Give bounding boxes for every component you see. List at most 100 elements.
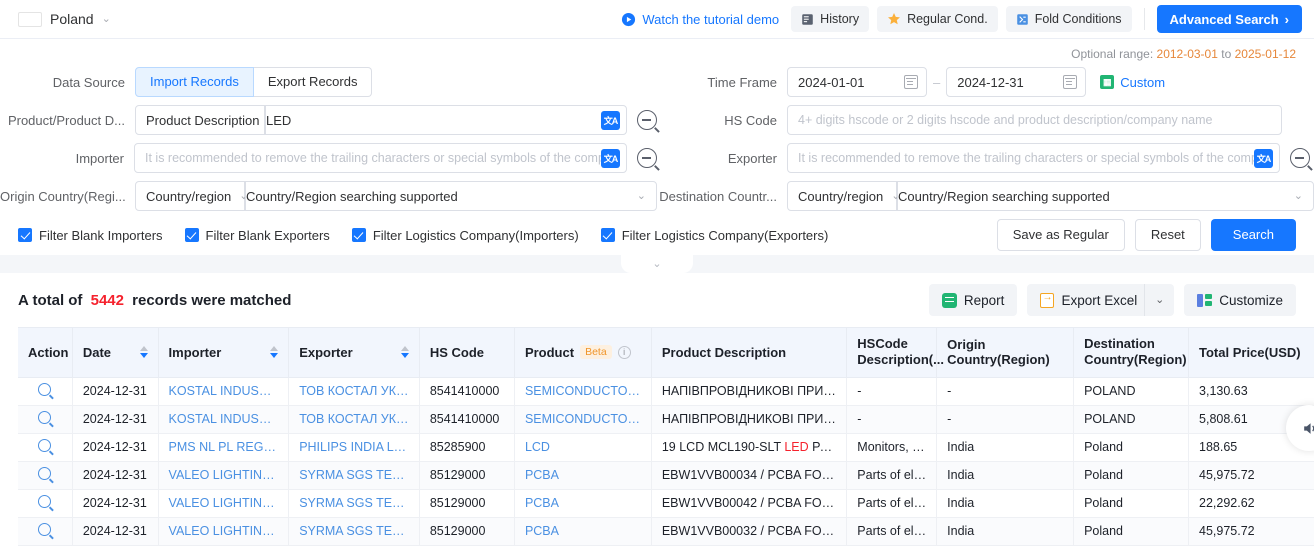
cell-origin-country: India [937,489,1074,517]
optional-range-from: 2012-03-01 [1157,47,1218,61]
col-label: Destination Country(Region) [1084,336,1187,369]
table-header-row: Action Date Importer Exporter HS Code Pr… [18,328,1314,378]
row-detail-search-icon[interactable] [38,439,51,452]
checkbox-filter-logistics-exporters[interactable]: Filter Logistics Company(Exporters) [601,228,829,243]
row-detail-search-icon[interactable] [38,495,51,508]
checkbox-filter-blank-importers[interactable]: Filter Blank Importers [18,228,163,243]
hs-code-input[interactable]: 4+ digits hscode or 2 digits hscode and … [787,105,1282,135]
destination-country-type-select[interactable]: Country/region ⌄ [787,181,897,211]
origin-country-input[interactable]: Country/Region searching supported ⌄ [245,181,657,211]
export-dropdown-caret[interactable]: ⌄ [1144,284,1174,316]
cell-importer[interactable]: VALEO LIGHTING SYS... [158,517,289,545]
custom-range-link[interactable]: ▦ Custom [1100,75,1165,90]
product-value-input[interactable]: LED 文A [265,105,627,135]
cell-exporter[interactable]: SYRMA SGS TECHN... [289,461,420,489]
date-separator: – [927,75,946,90]
checkbox-icon [352,228,366,242]
reset-button[interactable]: Reset [1135,219,1201,251]
fold-conditions-button[interactable]: Fold Conditions [1006,6,1132,32]
translate-icon[interactable]: 文A [601,149,620,168]
table-row[interactable]: 2024-12-31VALEO LIGHTING SYS...SYRMA SGS… [18,461,1314,489]
cell-action[interactable] [18,377,72,405]
customize-button[interactable]: Customize [1184,284,1296,316]
tab-import-records[interactable]: Import Records [135,67,254,97]
panel-collapse-area: ⌄ [0,255,1314,273]
product-type-value: Product Description [146,113,259,128]
cell-importer[interactable]: KOSTAL INDUSTRIE E... [158,405,289,433]
cell-action[interactable] [18,405,72,433]
cell-action[interactable] [18,517,72,545]
checkbox-filter-blank-exporters[interactable]: Filter Blank Exporters [185,228,330,243]
row-detail-search-icon[interactable] [38,523,51,536]
cell-exporter[interactable]: ТОВ КОСТАЛ УКРАЇ... [289,377,420,405]
sort-icon[interactable] [140,346,148,358]
form-row-product: Product/Product D... Product Description… [0,101,1314,139]
regular-cond-button[interactable]: Regular Cond. [877,6,998,32]
col-importer[interactable]: Importer [158,328,289,378]
cell-exporter[interactable]: SYRMA SGS TECHN... [289,489,420,517]
col-label: Exporter [299,345,352,360]
watch-tutorial-link[interactable]: Watch the tutorial demo [621,12,779,27]
cell-importer[interactable]: VALEO LIGHTING SYS... [158,461,289,489]
table-row[interactable]: 2024-12-31VALEO LIGHTING SYS...SYRMA SGS… [18,517,1314,545]
history-button[interactable]: History [791,6,869,32]
watch-tutorial-label: Watch the tutorial demo [642,12,779,27]
checkbox-filter-logistics-importers[interactable]: Filter Logistics Company(Importers) [352,228,579,243]
cell-product[interactable]: PCBA [514,517,651,545]
origin-country-type-select[interactable]: Country/region ⌄ [135,181,245,211]
table-row[interactable]: 2024-12-31KOSTAL INDUSTRIE E...ТОВ КОСТА… [18,405,1314,433]
table-row[interactable]: 2024-12-31KOSTAL INDUSTRIE E...ТОВ КОСТА… [18,377,1314,405]
cell-destination-country: Poland [1074,517,1189,545]
date-to-input[interactable]: 2024-12-31 [946,67,1086,97]
cell-importer[interactable]: KOSTAL INDUSTRIE E... [158,377,289,405]
cell-date: 2024-12-31 [72,517,158,545]
destination-country-input[interactable]: Country/Region searching supported ⌄ [897,181,1314,211]
search-button[interactable]: Search [1211,219,1296,251]
cell-product[interactable]: PCBA [514,461,651,489]
search-minus-icon[interactable] [1290,148,1310,168]
save-as-regular-button[interactable]: Save as Regular [997,219,1125,251]
tab-export-records[interactable]: Export Records [254,67,373,97]
customize-label: Customize [1219,293,1283,308]
country-name: Poland [50,11,94,27]
table-row[interactable]: 2024-12-31PMS NL PL REGISTR...PHILIPS IN… [18,433,1314,461]
advanced-search-label: Advanced Search [1170,12,1279,27]
row-detail-search-icon[interactable] [38,411,51,424]
row-detail-search-icon[interactable] [38,467,51,480]
country-selector[interactable]: Poland ⌄ [18,11,111,27]
cell-exporter[interactable]: SYRMA SGS TECHN... [289,517,420,545]
report-button[interactable]: Report [929,284,1018,316]
sort-icon[interactable] [401,346,409,358]
cell-product[interactable]: PCBA [514,489,651,517]
translate-icon[interactable]: 文A [1254,149,1273,168]
cell-exporter[interactable]: ТОВ КОСТАЛ УКРАЇ... [289,405,420,433]
cell-importer[interactable]: VALEO LIGHTING SYS... [158,489,289,517]
cell-exporter[interactable]: PHILIPS INDIA LIMI... [289,433,420,461]
cell-action[interactable] [18,489,72,517]
search-minus-icon[interactable] [637,110,657,130]
cell-importer[interactable]: PMS NL PL REGISTR... [158,433,289,461]
cell-hs-code: 8541410000 [419,377,514,405]
cell-product[interactable]: LCD [514,433,651,461]
col-date[interactable]: Date [72,328,158,378]
cell-action[interactable] [18,461,72,489]
row-detail-search-icon[interactable] [38,383,51,396]
exporter-input[interactable]: It is recommended to remove the trailing… [787,143,1280,173]
export-excel-button[interactable]: Export Excel ⌄ [1027,284,1174,316]
date-from-input[interactable]: 2024-01-01 [787,67,927,97]
product-type-select[interactable]: Product Description ⌄ [135,105,265,135]
translate-icon[interactable]: 文A [601,111,620,130]
collapse-panel-toggle[interactable]: ⌄ [621,254,693,273]
table-row[interactable]: 2024-12-31VALEO LIGHTING SYS...SYRMA SGS… [18,489,1314,517]
sort-icon[interactable] [270,346,278,358]
info-icon[interactable]: i [618,346,631,359]
importer-input[interactable]: It is recommended to remove the trailing… [134,143,627,173]
cell-product[interactable]: SEMICONDUCTOR D... [514,377,651,405]
cell-action[interactable] [18,433,72,461]
advanced-search-button[interactable]: Advanced Search › [1157,5,1302,33]
cell-product[interactable]: SEMICONDUCTOR D... [514,405,651,433]
filter-options-row: Filter Blank Importers Filter Blank Expo… [0,215,1314,255]
search-minus-icon[interactable] [637,148,657,168]
col-exporter[interactable]: Exporter [289,328,420,378]
col-action: Action [18,328,72,378]
